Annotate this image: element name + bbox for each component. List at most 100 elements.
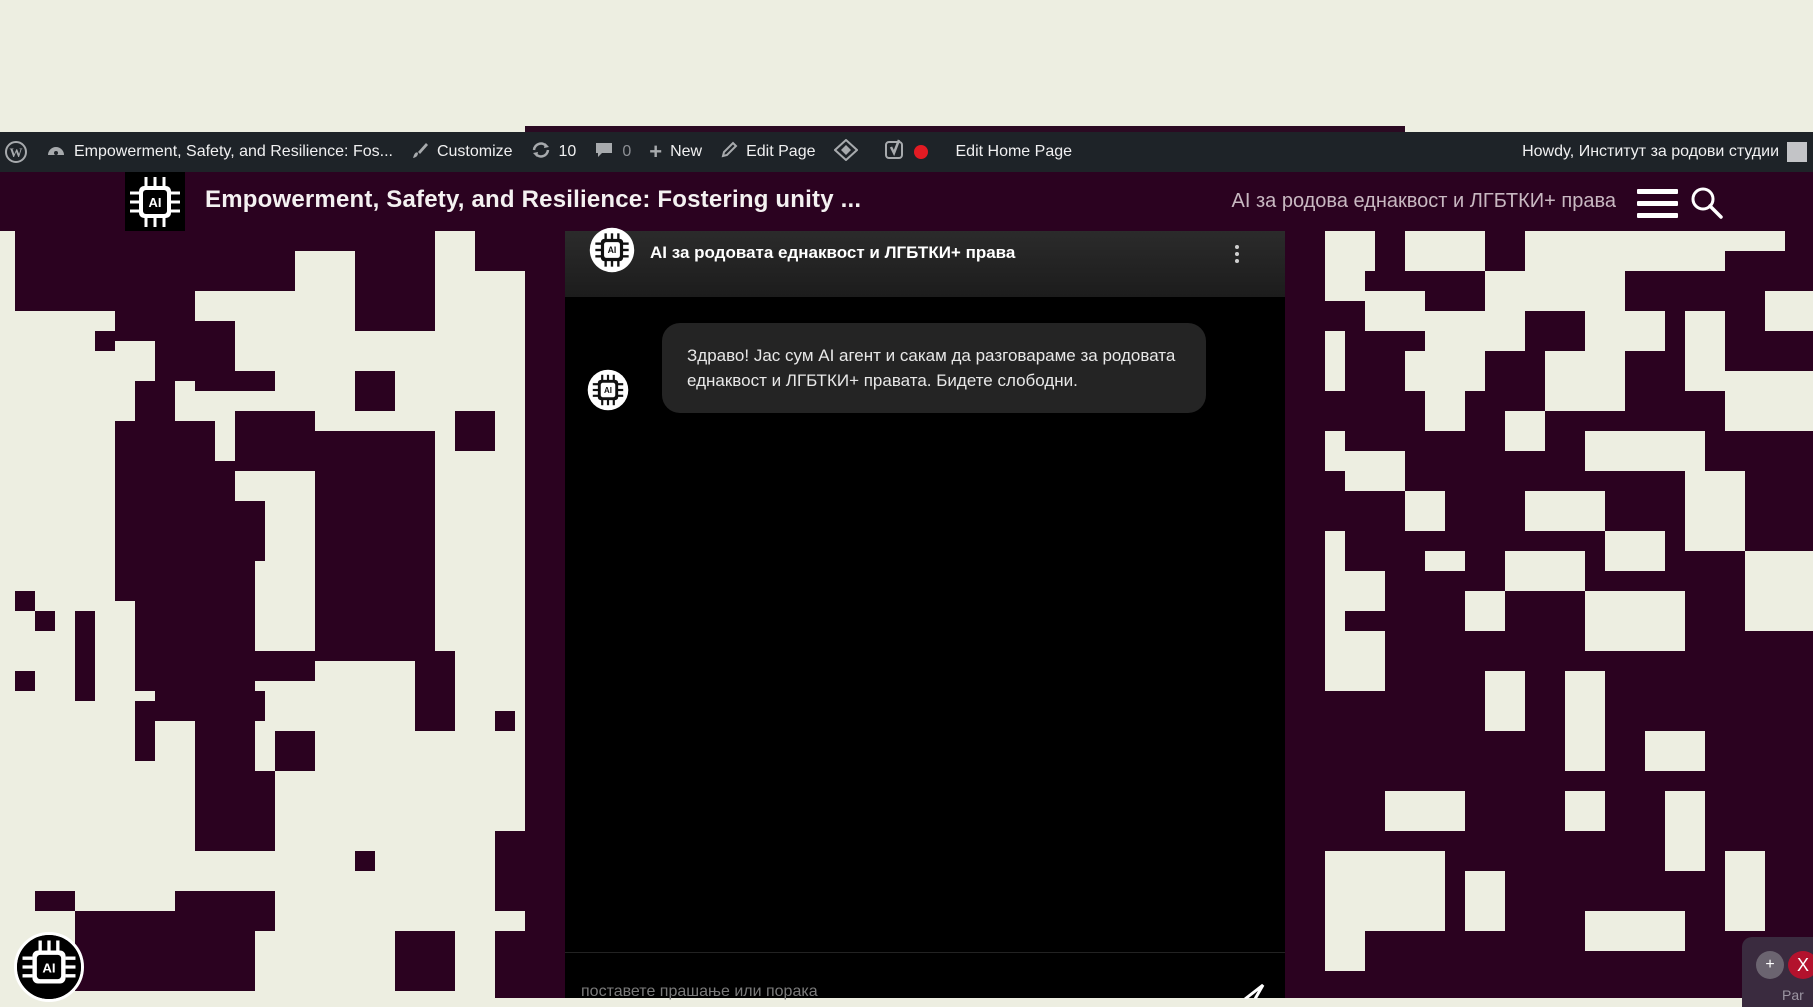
pattern-cell (15, 231, 115, 311)
edit-page-link[interactable]: Edit Page (711, 132, 824, 172)
customize-label: Customize (436, 143, 513, 160)
bot-message-bubble: Здраво! Јас сум AI агент и сакам да разг… (662, 323, 1206, 413)
pattern-cell (1385, 791, 1465, 831)
pattern-cell (175, 891, 275, 931)
site-header: AI Empowerment, Safety, and Resilience: … (0, 172, 1813, 231)
updates-count: 10 (558, 143, 577, 160)
pattern-cell (115, 421, 215, 461)
new-content-link[interactable]: + New (640, 132, 711, 172)
pattern-cell (1585, 591, 1685, 651)
wordpress-logo-icon[interactable]: W (0, 132, 37, 172)
decorative-pattern-right (1285, 231, 1813, 998)
chat-title: AI за родовата еднаквост и ЛГБТКИ+ права (650, 243, 1016, 262)
pattern-cell (315, 511, 435, 661)
decorative-pattern-left (0, 231, 525, 998)
pattern-cell (135, 591, 235, 691)
pattern-cell (495, 831, 525, 911)
pattern-cell (1505, 551, 1585, 591)
pattern-cell (95, 331, 115, 351)
chatbot-launcher-icon[interactable]: AI (14, 932, 84, 1002)
nav-link-ai[interactable]: AI за родова еднаквост и ЛГБТКИ+ права (1232, 190, 1616, 213)
pattern-cell (35, 611, 55, 631)
search-icon[interactable] (1690, 186, 1724, 220)
send-icon[interactable] (1243, 983, 1265, 1001)
chat-message-input[interactable] (579, 979, 1203, 1005)
pattern-cell (195, 371, 275, 391)
diamond-icon (833, 138, 858, 166)
pattern-cell (75, 611, 95, 701)
pattern-cell (1325, 851, 1445, 931)
dashboard-icon (46, 141, 66, 164)
comments-count: 0 (622, 143, 632, 160)
updates-link[interactable]: 10 (522, 132, 586, 172)
pattern-cell (355, 851, 375, 871)
comments-link[interactable]: 0 (585, 132, 640, 172)
widget-label: Par (1782, 987, 1804, 1003)
more-options-icon[interactable] (1229, 241, 1245, 267)
decorative-column-right (1285, 231, 1325, 998)
edit-home-page-label: Edit Home Page (955, 143, 1073, 160)
pattern-cell (1325, 231, 1375, 271)
site-logo[interactable]: AI (125, 172, 185, 231)
pattern-cell (275, 731, 315, 771)
pattern-cell (1465, 871, 1505, 931)
site-title[interactable]: Empowerment, Safety, and Resilience: Fos… (205, 186, 861, 214)
yoast-seo-link[interactable] (875, 132, 947, 172)
pattern-cell (1585, 911, 1685, 951)
chat-header: AI AI за родовата еднаквост и ЛГБТКИ+ пр… (565, 227, 1285, 297)
pattern-cell (1545, 351, 1625, 411)
paintbrush-icon (411, 141, 429, 164)
chat-panel: AI AI за родовата еднаквост и ЛГБТКИ+ пр… (565, 227, 1285, 1005)
pattern-cell (1685, 471, 1745, 551)
chip-logo-icon: AI (130, 176, 180, 227)
svg-text:AI: AI (42, 961, 55, 976)
pattern-cell (1645, 731, 1705, 771)
pattern-cell (1345, 571, 1385, 611)
pattern-cell (195, 771, 275, 851)
admin-bar: W Empowerment, Safety, and Resilience: F… (0, 132, 1813, 172)
svg-text:AI: AI (604, 386, 612, 395)
svg-text:AI: AI (149, 195, 162, 210)
customize-link[interactable]: Customize (402, 132, 522, 172)
widget-close-button[interactable]: X (1788, 951, 1813, 979)
svg-text:W: W (10, 145, 23, 160)
pattern-cell (1325, 931, 1365, 971)
chat-input-area (565, 952, 1285, 1005)
hamburger-menu-icon[interactable] (1637, 189, 1678, 218)
pattern-cell (1405, 491, 1445, 531)
pattern-cell (15, 591, 35, 611)
bot-message-avatar-icon: AI (587, 369, 629, 411)
pattern-cell (1505, 411, 1545, 451)
pattern-cell (1585, 311, 1665, 351)
edit-home-page-link[interactable]: Edit Home Page (947, 132, 1082, 172)
pattern-cell (35, 891, 75, 911)
pattern-cell (1745, 551, 1813, 631)
pattern-cell (375, 461, 435, 501)
pattern-cell (1485, 271, 1525, 311)
pattern-cell (1685, 311, 1725, 391)
pattern-cell (1725, 851, 1765, 931)
pattern-cell (1565, 671, 1605, 771)
seo-status-dot (913, 145, 928, 159)
pattern-cell (1325, 631, 1385, 691)
yoast-icon (884, 139, 906, 166)
pattern-cell (1325, 331, 1345, 391)
account-menu[interactable]: Howdy, Институт за родови студии (1513, 132, 1813, 172)
pattern-cell (1565, 791, 1605, 831)
widget-add-button[interactable]: + (1756, 951, 1784, 979)
howdy-label: Howdy, Институт за родови студии (1522, 143, 1779, 160)
pattern-cell (235, 411, 315, 471)
floating-widget: + X Par (1742, 937, 1813, 1007)
pattern-cell (15, 671, 35, 691)
comment-icon (594, 141, 614, 164)
pattern-cell (135, 701, 155, 761)
plugin-diamond-link[interactable] (825, 132, 875, 172)
pattern-cell (1525, 231, 1625, 311)
admin-site-name[interactable]: Empowerment, Safety, and Resilience: Fos… (37, 132, 402, 172)
pattern-cell (1425, 391, 1465, 431)
pattern-cell (1345, 451, 1405, 491)
pattern-cell (395, 931, 455, 991)
admin-site-name-label: Empowerment, Safety, and Resilience: Fos… (74, 143, 393, 160)
pattern-cell (1605, 531, 1665, 571)
plus-icon: + (649, 139, 663, 164)
